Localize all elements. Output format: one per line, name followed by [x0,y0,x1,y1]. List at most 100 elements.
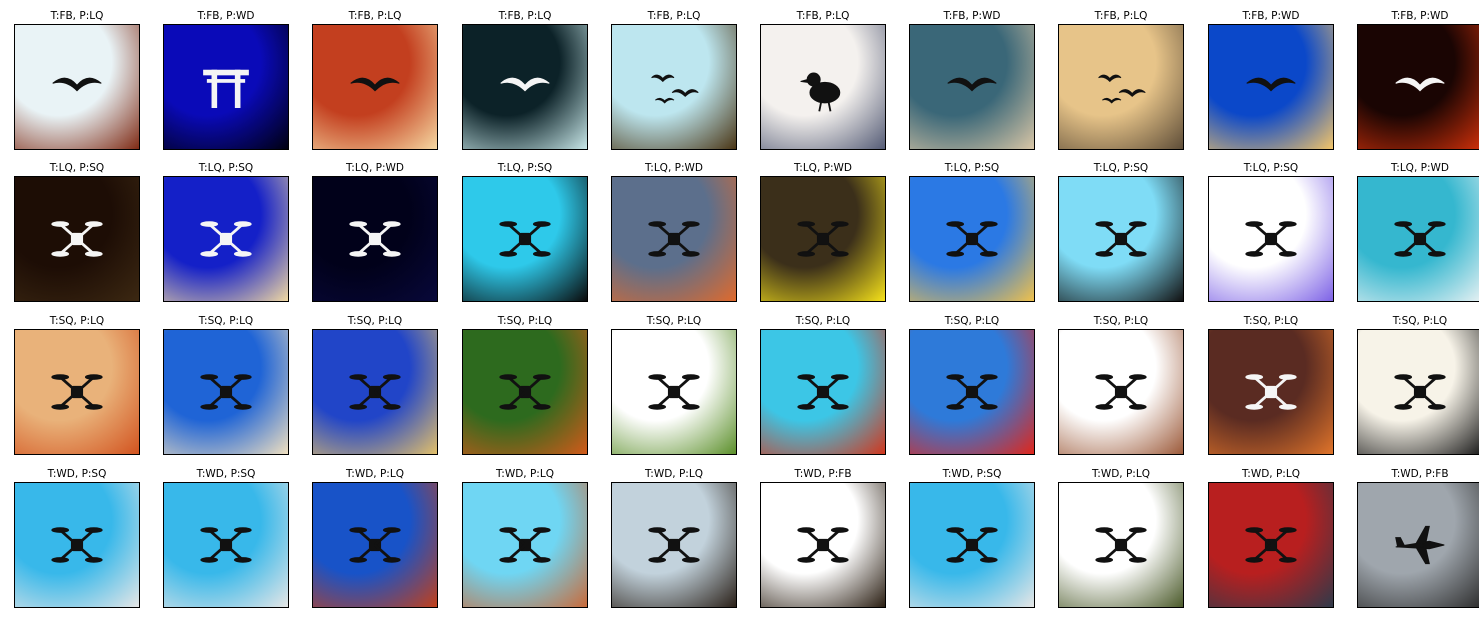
sample-image [14,482,140,608]
drone-icon [648,374,700,410]
drone-icon [946,221,998,257]
bird-icon [52,77,102,92]
bird-icon [350,77,400,92]
drone-icon [946,374,998,410]
torii-gate-icon [203,69,249,108]
aircraft-icon [1395,525,1445,565]
bird-icon [1395,77,1445,92]
sample-title: T:LQ, P:WD [1391,162,1449,174]
drone-icon [200,527,252,563]
sample-title: T:LQ, P:SQ [49,162,105,174]
sample-image [1357,176,1479,302]
sample-title: T:WD, P:FB [794,468,852,480]
drone-icon [349,221,401,257]
sample-image [312,329,438,455]
sample-image [1058,329,1184,455]
sample-title: T:FB, P:LQ [647,10,701,22]
drone-icon [499,374,551,410]
drone-icon [797,221,849,257]
bird-icon [947,77,997,92]
sample-image [909,482,1035,608]
drone-icon [1394,221,1446,257]
sample-title: T:SQ, P:LQ [944,315,1000,327]
drone-icon [499,221,551,257]
sample-image [1058,482,1184,608]
sample-image [909,176,1035,302]
sample-title: T:WD, P:SQ [196,468,256,480]
sample-title: T:LQ, P:SQ [1093,162,1149,174]
sample-title: T:SQ, P:LQ [1093,315,1149,327]
sample-title: T:FB, P:LQ [348,10,402,22]
sample-title: T:FB, P:WD [1391,10,1449,22]
sample-title: T:FB, P:LQ [498,10,552,22]
sample-title: T:FB, P:WD [943,10,1001,22]
sample-image [312,24,438,150]
sample-title: T:SQ, P:LQ [646,315,702,327]
sample-image [1357,24,1479,150]
sample-image [611,482,737,608]
sample-title: T:WD, P:LQ [645,468,703,480]
sample-image [611,329,737,455]
sample-image [1208,24,1334,150]
drone-icon [1095,221,1147,257]
sample-image [163,24,289,150]
drone-icon [946,527,998,563]
sample-image [909,329,1035,455]
drone-icon [797,374,849,410]
sample-title: T:LQ, P:SQ [497,162,553,174]
sample-image [14,329,140,455]
pigeon-icon [800,72,841,112]
sample-title: T:SQ, P:LQ [347,315,403,327]
drone-icon [797,527,849,563]
sample-image [1058,24,1184,150]
drone-icon [51,221,103,257]
sample-image [1357,482,1479,608]
sample-title: T:FB, P:LQ [50,10,104,22]
bird-icon [1246,77,1296,92]
drone-icon [499,527,551,563]
sample-title: T:FB, P:WD [1242,10,1300,22]
sample-title: T:FB, P:LQ [1094,10,1148,22]
sample-image [760,24,886,150]
sample-image [462,24,588,150]
sample-image [760,176,886,302]
sample-title: T:WD, P:LQ [1092,468,1150,480]
sample-title: T:SQ, P:LQ [1392,315,1448,327]
sample-image [312,176,438,302]
sample-title: T:LQ, P:WD [645,162,703,174]
sample-image [14,176,140,302]
sample-title: T:WD, P:LQ [1242,468,1300,480]
drone-icon [648,527,700,563]
sample-title: T:LQ, P:SQ [944,162,1000,174]
sample-title: T:FB, P:LQ [796,10,850,22]
sample-image [611,176,737,302]
sample-image [1357,329,1479,455]
sample-image [462,482,588,608]
sample-image [760,329,886,455]
sample-image [909,24,1035,150]
drone-icon [1394,374,1446,410]
sample-image [462,329,588,455]
sample-title: T:FB, P:WD [197,10,255,22]
sample-title: T:SQ, P:LQ [1243,315,1299,327]
drone-icon [648,221,700,257]
sample-title: T:LQ, P:SQ [198,162,254,174]
drone-icon [1095,527,1147,563]
bird-icon [500,77,550,92]
sample-image [163,176,289,302]
sample-title: T:LQ, P:WD [794,162,852,174]
sample-image [611,24,737,150]
bird-flock-icon [651,74,699,104]
drone-icon [349,527,401,563]
drone-icon [1245,221,1297,257]
sample-image [462,176,588,302]
sample-title: T:LQ, P:SQ [1243,162,1299,174]
drone-icon [1245,527,1297,563]
sample-title: T:LQ, P:WD [346,162,404,174]
sample-title: T:WD, P:LQ [496,468,554,480]
drone-icon [1245,374,1297,410]
prediction-grid: T:FB, P:LQ T:FB, P:WD T:FB, P:LQ T:FB, P:LQ… [0,0,1479,617]
drone-icon [51,527,103,563]
sample-image [1208,176,1334,302]
sample-image [163,482,289,608]
